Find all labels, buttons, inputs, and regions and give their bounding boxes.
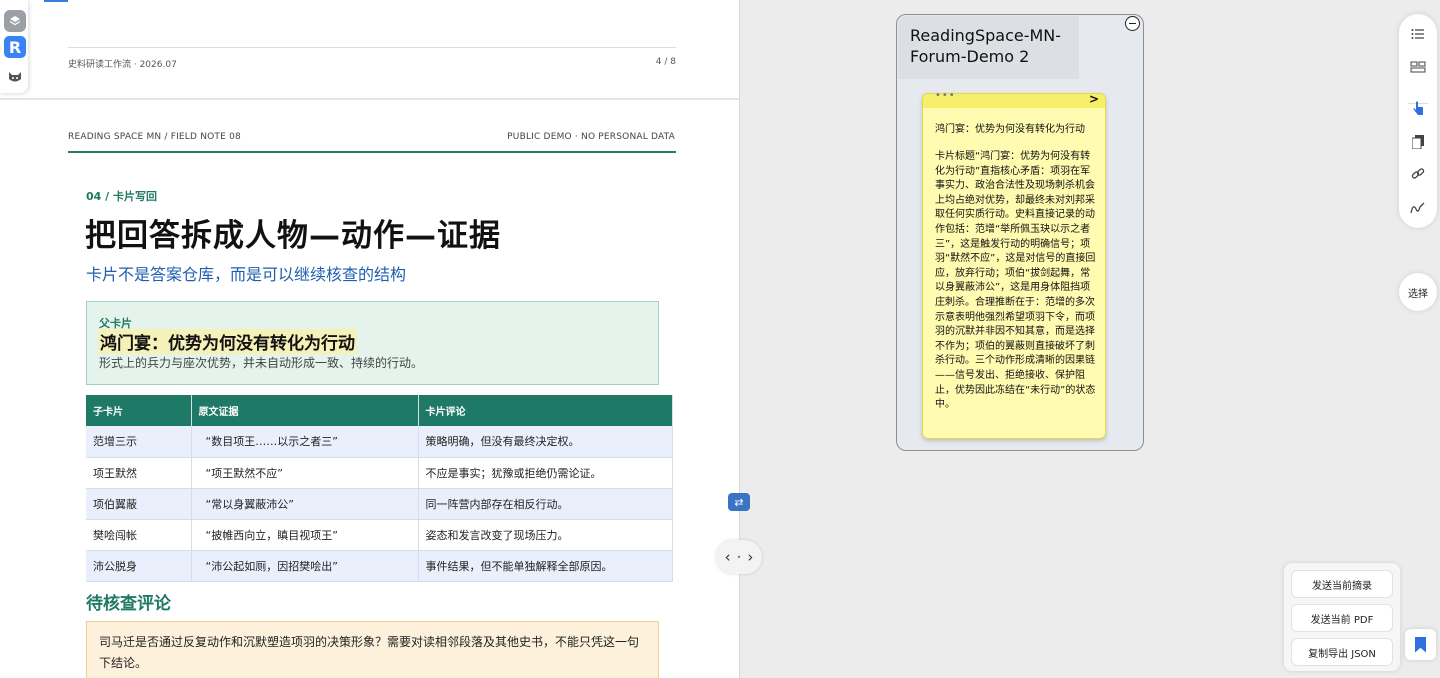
table-header: 原文证据 <box>191 395 419 426</box>
export-panel: 发送当前摘录 发送当前 PDF 复制导出 JSON <box>1284 563 1400 671</box>
chevron-right-icon[interactable]: > <box>1089 92 1099 106</box>
review-box: 司马迁是否通过反复动作和沉默塑造项羽的决策形象？需要对读相邻段落及其他史书，不能… <box>86 621 659 678</box>
page-subtitle: 卡片不是答案仓库，而是可以继续核查的结构 <box>86 265 407 284</box>
cat-icon[interactable] <box>4 66 26 88</box>
page-header-left: READING SPACE MN / FIELD NOTE 08 <box>68 132 241 142</box>
table-header: 子卡片 <box>86 395 192 426</box>
table-cell: “沛公起如厕，因招樊哙出” <box>191 550 419 582</box>
select-tool-button[interactable]: 选择 <box>1399 273 1437 311</box>
note-card-header[interactable]: ••• > <box>923 90 1105 108</box>
review-heading: 待核查评论 <box>86 594 171 614</box>
child-card-table: 子卡片 原文证据 卡片评论 范增三示 “数目项王……以示之者三” 策略明确，但没… <box>86 395 673 582</box>
note-title: 鸿门宴：优势为何没有转化为行动 <box>935 124 1085 135</box>
swap-panes-button[interactable]: ⇄ <box>728 493 750 511</box>
table-cell: 同一阵营内部存在相反行动。 <box>418 488 673 520</box>
table-header-row: 子卡片 原文证据 卡片评论 <box>86 395 673 426</box>
table-cell: 项伯翼蔽 <box>86 488 192 520</box>
link-icon[interactable] <box>1399 160 1437 188</box>
table-cell: 沛公脱身 <box>86 550 192 582</box>
page-accent-line <box>44 0 68 2</box>
table-cell: “项王默然不应” <box>191 457 419 489</box>
pdf-viewer[interactable]: 史料研读工作流 · 2026.07 4 / 8 READING SPACE MN… <box>0 0 740 678</box>
table-cell: 策略明确，但没有最终决定权。 <box>418 426 673 458</box>
collapse-group-icon[interactable] <box>1125 16 1140 31</box>
table-row: 沛公脱身 “沛公起如厕，因招樊哙出” 事件结果，但不能单独解释全部原因。 <box>86 550 673 582</box>
swap-icon: ⇄ <box>734 495 744 509</box>
table-cell: “披帷西向立，瞋目视项王” <box>191 519 419 551</box>
prev-page-footer-left: 史料研读工作流 · 2026.07 <box>68 60 177 70</box>
more-icon[interactable]: ••• <box>935 90 956 101</box>
pointer-icon[interactable] <box>1399 94 1437 122</box>
table-cell: 樊哙闯帐 <box>86 519 192 551</box>
send-summary-button[interactable]: 发送当前摘录 <box>1291 570 1393 598</box>
canvas-group[interactable]: ReadingSpace-MN-Forum-Demo 2 ••• > 鸿门宴：优… <box>896 14 1144 451</box>
parent-card-description: 形式上的兵力与座次优势，并未自动形成一致、持续的行动。 <box>99 356 424 370</box>
layers-icon[interactable] <box>4 10 26 32</box>
copy-icon[interactable] <box>1399 128 1437 156</box>
layout-icon[interactable] <box>1399 53 1437 81</box>
draw-icon[interactable] <box>1399 194 1437 222</box>
app-logo-icon[interactable]: R <box>4 36 26 58</box>
review-text: 司马迁是否通过反复动作和沉默塑造项羽的决策形象？需要对读相邻段落及其他史书，不能… <box>99 635 640 670</box>
send-pdf-button[interactable]: 发送当前 PDF <box>1291 604 1393 632</box>
table-row: 樊哙闯帐 “披帷西向立，瞋目视项王” 姿态和发言改变了现场压力。 <box>86 519 673 551</box>
footer-rule <box>68 47 676 48</box>
table-cell: “常以身翼蔽沛公” <box>191 488 419 520</box>
previous-page-bottom: 史料研读工作流 · 2026.07 4 / 8 <box>0 0 739 100</box>
page-navigation: ‹ • › <box>716 540 762 574</box>
table-header: 卡片评论 <box>418 395 673 426</box>
chevron-left-icon[interactable]: ‹ <box>725 548 731 566</box>
bookmark-button[interactable] <box>1405 629 1436 660</box>
section-kicker: 04 / 卡片写回 <box>86 190 157 203</box>
right-toolbar <box>1399 14 1437 228</box>
group-title-area: ReadingSpace-MN-Forum-Demo 2 <box>898 16 1079 79</box>
list-icon[interactable] <box>1399 20 1437 48</box>
table-cell: 不应是事实；犹豫或拒绝仍需论证。 <box>418 457 673 489</box>
note-card[interactable]: ••• > 鸿门宴：优势为何没有转化为行动 卡片标题“鸿门宴：优势为何没有转化为… <box>922 90 1106 439</box>
bookmark-icon <box>1415 636 1426 653</box>
prev-page-number: 4 / 8 <box>655 57 676 67</box>
copy-json-button[interactable]: 复制导出 JSON <box>1291 638 1393 666</box>
note-body: 卡片标题“鸿门宴：优势为何没有转化为行动”直指核心矛盾：项羽在军事实力、政治合法… <box>935 151 1096 411</box>
table-cell: 项王默然 <box>86 457 192 489</box>
table-cell: 范增三示 <box>86 426 192 458</box>
page-title: 把回答拆成人物—动作—证据 <box>85 218 501 254</box>
parent-card: 父卡片 鸿门宴：优势为何没有转化为行动 形式上的兵力与座次优势，并未自动形成一致… <box>86 301 659 385</box>
table-row: 项伯翼蔽 “常以身翼蔽沛公” 同一阵营内部存在相反行动。 <box>86 488 673 520</box>
table-cell: “数目项王……以示之者三” <box>191 426 419 458</box>
group-title[interactable]: ReadingSpace-MN-Forum-Demo 2 <box>910 25 1070 67</box>
parent-card-title-highlight[interactable]: 鸿门宴：优势为何没有转化为行动 <box>98 329 357 354</box>
mini-toolbar: R <box>0 0 28 93</box>
table-row: 项王默然 “项王默然不应” 不应是事实；犹豫或拒绝仍需论证。 <box>86 457 673 489</box>
header-rule <box>68 151 676 153</box>
table-cell: 姿态和发言改变了现场压力。 <box>418 519 673 551</box>
dot-icon: • <box>736 552 742 562</box>
table-cell: 事件结果，但不能单独解释全部原因。 <box>418 550 673 582</box>
table-row: 范增三示 “数目项王……以示之者三” 策略明确，但没有最终决定权。 <box>86 426 673 458</box>
chevron-right-icon[interactable]: › <box>747 548 753 566</box>
page-header-right: PUBLIC DEMO · NO PERSONAL DATA <box>507 132 675 142</box>
